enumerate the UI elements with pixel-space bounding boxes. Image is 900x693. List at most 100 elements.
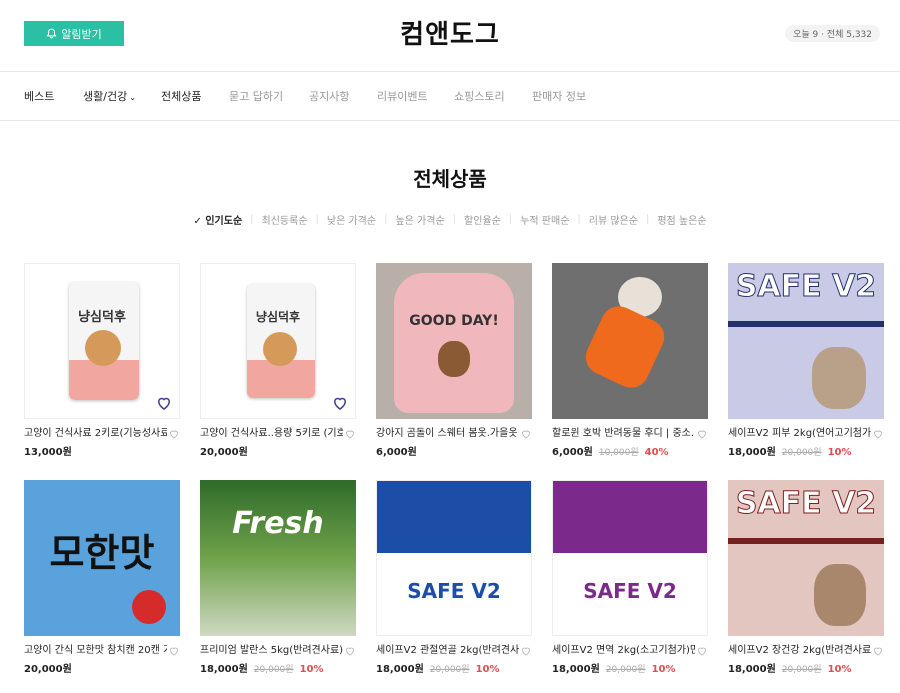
sort-label: 인기도순 [205,216,243,227]
nav-label: 베스트 [24,90,55,103]
product-card[interactable]: 할로윈 호박 반려동물 후디 | 중소... 6,000원 10,000원 40… [552,263,708,458]
cat-photo [263,332,297,366]
product-card[interactable]: GOOD DAY! 강아지 곰돌이 스웨터 봄옷.가을옷 6,000원 [376,263,532,458]
wishlist-heart-icon[interactable] [696,428,708,440]
price: 13,000원 [24,447,72,458]
original-price: 20,000원 [781,665,822,675]
product-image-hoodie[interactable] [552,263,708,419]
nav-item-qna[interactable]: 묻고 답하기 [229,88,283,104]
price-row: 18,000원 20,000원 10% [728,443,884,458]
product-name[interactable]: 할로윈 호박 반려동물 후디 | 중소... [552,427,695,441]
cat-photo [85,330,121,366]
product-image-cat-food[interactable]: 냥심덕후 [200,263,356,419]
price-row: 18,000원 20,000원 10% [376,660,532,675]
sort-popular[interactable]: ✓ 인기도순 [185,212,250,227]
original-price: 20,000원 [429,665,470,675]
sort-newest[interactable]: 최신등록순 [254,212,316,227]
top-bar: 알림받기 컴앤도그 오늘 9 · 전체 5,332 [0,0,900,72]
wishlist-heart-icon[interactable] [520,645,532,657]
discount-rate: 10% [475,664,500,675]
price: 20,000원 [24,664,72,675]
visitor-count: 오늘 9 · 전체 5,332 [785,25,880,42]
product-name[interactable]: 세이프V2 장건강 2kg(반려견사료) ... [728,644,871,658]
product-card[interactable]: SAFE V2 세이프V2 면역 2kg(소고기첨가)면... 18,000원 … [552,480,708,675]
bear-print [438,341,470,377]
sort-low-price[interactable]: 낮은 가격순 [319,212,384,227]
wishlist-heart-icon[interactable] [344,645,356,657]
price-row: 20,000원 [24,660,180,675]
nav-label: 묻고 답하기 [229,90,284,103]
product-card[interactable]: Fresh 프리미엄 발란스 5kg(반려견사료)... 18,000원 20,… [200,480,356,675]
product-image-safe-v2-gut[interactable]: SAFE V2 [728,480,884,636]
product-image-safe-v2-immune[interactable]: SAFE V2 [552,480,708,636]
nav-item-all-products[interactable]: 전체상품 [161,88,201,104]
wishlist-heart-icon[interactable] [331,394,349,412]
product-image-safe-v2[interactable]: SAFE V2 [728,263,884,419]
product-card[interactable]: SAFE V2 세이프V2 관절연골 2kg(반려견사... 18,000원 2… [376,480,532,675]
wishlist-heart-icon[interactable] [168,428,180,440]
original-price: 20,000원 [781,448,822,458]
product-name[interactable]: 고양이 건식사료 2키로(기능성사료... [24,427,167,441]
wishlist-heart-icon[interactable] [872,645,884,657]
sort-rating[interactable]: 평점 높은순 [649,212,714,227]
nav-label: 리뷰이벤트 [377,90,428,103]
thumb-text: Fresh [232,506,324,541]
nav-item-best[interactable]: 베스트 [24,88,54,104]
nav-item-review-event[interactable]: 리뷰이벤트 [377,88,428,104]
visitor-count-text: 오늘 9 · 전체 5,332 [793,30,872,40]
thumb-text: SAFE V2 [735,486,877,522]
product-name[interactable]: 세이프V2 관절연골 2kg(반려견사... [376,644,519,658]
main-nav: 베스트 생활/건강 ⌄ 전체상품 묻고 답하기 공지사항 리뷰이벤트 쇼핑스토리 … [0,72,900,121]
product-name[interactable]: 고양이 건식사료..용량 5키로 (기호... [200,427,343,441]
store-logo[interactable]: 컴앤도그 [0,14,900,51]
original-price: 20,000원 [605,665,646,675]
wishlist-heart-icon[interactable] [696,645,708,657]
price: 6,000원 [552,447,593,458]
product-image-tuna-can[interactable]: 모한맛 [24,480,180,636]
bag-band [69,360,139,400]
product-card[interactable]: SAFE V2 세이프V2 장건강 2kg(반려견사료) ... 18,000원… [728,480,884,675]
wishlist-heart-icon[interactable] [520,428,532,440]
product-image-cat-food[interactable]: 냥심덕후 [24,263,180,419]
sort-reviews[interactable]: 리뷰 많은순 [581,212,646,227]
nav-label: 공지사항 [309,90,350,103]
sort-high-price[interactable]: 높은 가격순 [387,212,452,227]
original-price: 10,000원 [598,448,639,458]
thumb-text: 냥심덕후 [255,310,301,324]
product-name[interactable]: 강아지 곰돌이 스웨터 봄옷.가을옷 [376,427,519,441]
wishlist-heart-icon[interactable] [168,645,180,657]
price-row: 18,000원 20,000원 10% [552,660,708,675]
wishlist-heart-icon[interactable] [344,428,356,440]
thumb-text: 냥심덕후 [78,310,126,325]
red-seal [132,590,166,624]
product-card[interactable]: 냥심덕후 고양이 건식사료..용량 5키로 (기호... 20,000원 [200,263,356,458]
product-image-sweater[interactable]: GOOD DAY! [376,263,532,419]
check-icon: ✓ [193,216,206,227]
product-card[interactable]: SAFE V2 세이프V2 피부 2kg(연어고기첨가) 18,000원 20,… [728,263,884,458]
sort-discount[interactable]: 할인율순 [456,212,509,227]
chevron-down-icon: ⌄ [129,93,136,102]
product-image-fresh[interactable]: Fresh [200,480,356,636]
nav-item-notice[interactable]: 공지사항 [309,88,349,104]
sort-options: ✓ 인기도순 | 최신등록순 | 낮은 가격순 | 높은 가격순 | 할인율순 … [0,212,900,227]
discount-rate: 40% [644,447,669,458]
nav-item-seller-info[interactable]: 판매자 정보 [532,88,586,104]
original-price: 20,000원 [253,665,294,675]
discount-rate: 10% [827,447,852,458]
product-image-safe-v2-joint[interactable]: SAFE V2 [376,480,532,636]
product-card[interactable]: 냥심덕후 고양이 건식사료 2키로(기능성사료... 13,000원 [24,263,180,458]
band [728,538,884,544]
discount-rate: 10% [299,664,324,675]
thumb-text: 모한맛 [49,531,155,575]
price-row: 13,000원 [24,443,180,458]
sort-sales[interactable]: 누적 판매순 [512,212,577,227]
product-name[interactable]: 고양이 간식 모한맛 참치캔 20캔 가격 [24,644,167,658]
product-name[interactable]: 세이프V2 피부 2kg(연어고기첨가) [728,427,871,441]
product-name[interactable]: 프리미엄 발란스 5kg(반려견사료)... [200,644,343,658]
nav-item-life-health[interactable]: 생활/건강 ⌄ [83,88,136,104]
wishlist-heart-icon[interactable] [872,428,884,440]
product-card[interactable]: 모한맛 고양이 간식 모한맛 참치캔 20캔 가격 20,000원 [24,480,180,675]
nav-item-shopping-story[interactable]: 쇼핑스토리 [454,88,505,104]
product-name[interactable]: 세이프V2 면역 2kg(소고기첨가)면... [552,644,695,658]
wishlist-heart-icon[interactable] [155,394,173,412]
